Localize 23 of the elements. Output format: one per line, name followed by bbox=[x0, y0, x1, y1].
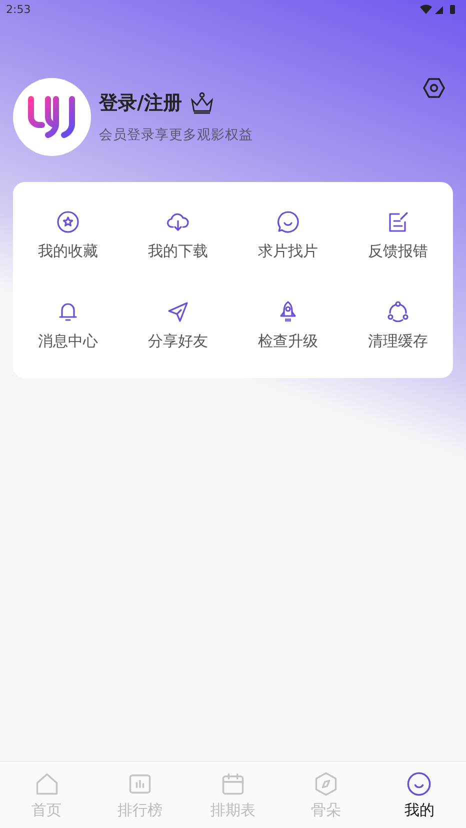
menu-item-label[interactable]: 我的下载 bbox=[148, 242, 208, 260]
menu-item-label[interactable]: 我的收藏 bbox=[38, 242, 98, 260]
share-cycle-icon bbox=[386, 300, 410, 324]
menu-item-label[interactable]: 消息中心 bbox=[38, 332, 98, 350]
home-icon bbox=[34, 770, 60, 796]
smiley-icon bbox=[406, 770, 432, 796]
menu-item-label[interactable]: 分享好友 bbox=[148, 332, 208, 350]
settings-icon[interactable] bbox=[422, 76, 446, 100]
compass-icon bbox=[313, 770, 340, 796]
menu-item-label[interactable]: 检查升级 bbox=[258, 332, 318, 350]
paper-plane-icon bbox=[166, 300, 190, 324]
menu-item-label[interactable]: 反馈报错 bbox=[368, 242, 428, 260]
nav-tab[interactable]: 我的 bbox=[372, 762, 466, 828]
calendar-icon bbox=[220, 770, 246, 796]
status-icons bbox=[420, 4, 458, 14]
chat-bubble-icon bbox=[276, 210, 300, 234]
menu-item-label[interactable]: 求片找片 bbox=[258, 242, 318, 260]
login-subtitle: 会员登录享更多观影权益 bbox=[99, 126, 254, 144]
edit-note-icon bbox=[386, 210, 410, 234]
login-register-link[interactable]: 登录/注册 bbox=[99, 90, 182, 116]
crown-icon bbox=[190, 92, 214, 114]
menu-item-label[interactable]: 清理缓存 bbox=[368, 332, 428, 350]
status-time: 2:53 bbox=[6, 2, 31, 16]
